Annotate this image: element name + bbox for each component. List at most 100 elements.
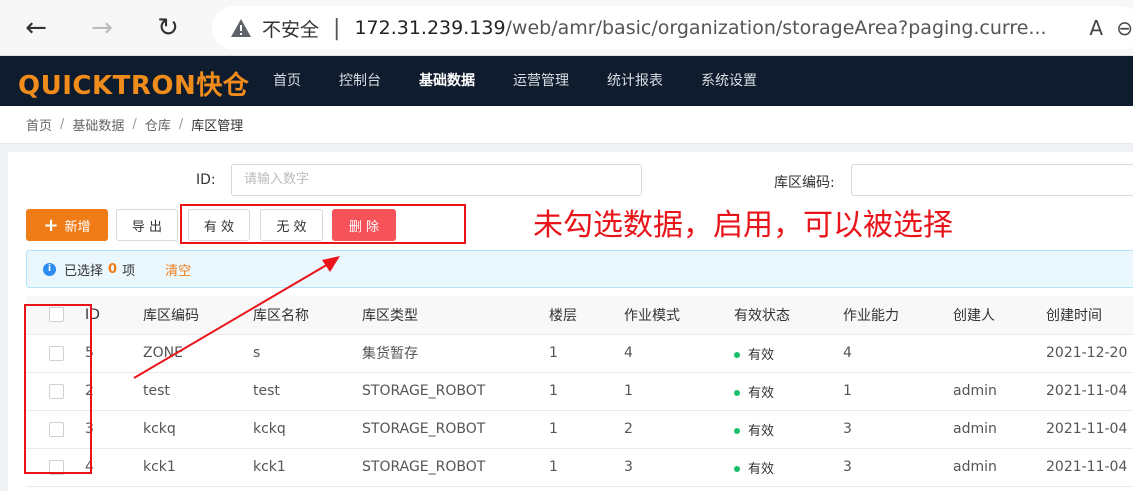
column-header[interactable]: 库区编码 [142, 296, 252, 335]
cell-status: 有效 [733, 448, 842, 487]
table-row: 4 kck1 kck1 STORAGE_ROBOT 1 3 有效 3 admin… [26, 448, 1133, 487]
storage-area-table: ID 库区编码 库区名称 库区类型 楼层 作业模式 有效状态 作业能力 创建人 … [26, 296, 1133, 487]
cell-mode: 4 [623, 334, 733, 373]
status-text: 有效 [748, 385, 775, 401]
app-header: QUICKTRON快仓 首页 控制台 基础数据 运营管理 统计报表 系统设置 [0, 56, 1133, 106]
add-button-label: 新增 [64, 219, 91, 235]
cell-mode: 3 [623, 448, 733, 487]
cell-type: STORAGE_ROBOT [361, 410, 548, 449]
export-button[interactable]: 导 出 [116, 209, 178, 241]
breadcrumb-separator: / [132, 117, 137, 132]
cell-capacity: 3 [842, 448, 952, 487]
column-header[interactable]: 库区类型 [361, 296, 548, 335]
column-header[interactable]: 作业能力 [842, 296, 952, 335]
main-menu: 首页 控制台 基础数据 运营管理 统计报表 系统设置 [254, 56, 776, 106]
menu-item-console[interactable]: 控制台 [320, 56, 400, 106]
url-separator: | [333, 15, 341, 41]
cell-created: 2021-11-04 [1045, 372, 1133, 411]
cell-status: 有效 [733, 410, 842, 449]
cell-name: kck1 [252, 448, 361, 487]
cell-floor: 1 [548, 448, 623, 487]
cell-capacity: 4 [842, 334, 952, 373]
cell-creator: admin [952, 410, 1045, 449]
column-header[interactable]: 创建时间 [1045, 296, 1133, 335]
table-header-row: ID 库区编码 库区名称 库区类型 楼层 作业模式 有效状态 作业能力 创建人 … [26, 296, 1133, 335]
url-host: 172.31.239.139 [354, 17, 506, 39]
url-path: /web/amr/basic/organization/storageArea?… [505, 17, 1047, 39]
cell-created: 2021-11-04 [1045, 448, 1133, 487]
cell-name: test [252, 372, 361, 411]
add-button[interactable]: + 新增 [26, 209, 108, 241]
annotation-text: 未勾选数据，启用，可以被选择 [533, 208, 953, 243]
cell-status: 有效 [733, 372, 842, 411]
cell-code: kckq [142, 410, 252, 449]
status-text: 有效 [748, 423, 775, 439]
cell-floor: 1 [548, 410, 623, 449]
cell-type: STORAGE_ROBOT [361, 372, 548, 411]
id-filter-input[interactable]: 请输入数字 [231, 164, 642, 196]
menu-item-home[interactable]: 首页 [254, 56, 320, 106]
selection-count: 0 [108, 261, 118, 277]
read-aloud-icon[interactable]: A [1089, 16, 1103, 40]
menu-item-basic-data[interactable]: 基础数据 [400, 56, 494, 106]
cell-id: 4 [84, 448, 142, 487]
annotation-box-buttons [180, 204, 466, 244]
breadcrumb-warehouse[interactable]: 仓库 [145, 115, 171, 134]
plus-icon: + [43, 214, 59, 236]
selection-alert: i 已选择 0 项 清空 [26, 250, 1133, 288]
cell-creator [952, 334, 1045, 373]
cell-created: 2021-11-04 [1045, 410, 1133, 449]
cell-type: 集货暂存 [361, 334, 548, 373]
cell-id: 2 [84, 372, 142, 411]
info-icon: i [43, 262, 56, 276]
column-header[interactable]: 库区名称 [252, 296, 361, 335]
cell-floor: 1 [548, 372, 623, 411]
table-row: 5 ZONE s 集货暂存 1 4 有效 4 2021-12-20 [26, 334, 1133, 373]
cell-code: kck1 [142, 448, 252, 487]
status-text: 有效 [748, 461, 775, 477]
cell-capacity: 3 [842, 410, 952, 449]
table-row: 3 kckq kckq STORAGE_ROBOT 1 2 有效 3 admin… [26, 410, 1133, 449]
cell-name: kckq [252, 410, 361, 449]
column-header[interactable]: 创建人 [952, 296, 1045, 335]
menu-item-settings[interactable]: 系统设置 [682, 56, 776, 106]
clear-selection-link[interactable]: 清空 [165, 260, 191, 279]
url-text: 172.31.239.139/web/amr/basic/organizatio… [354, 17, 1046, 39]
table-row: 2 test test STORAGE_ROBOT 1 1 有效 1 admin… [26, 372, 1133, 411]
forward-arrow-icon[interactable]: → [84, 10, 120, 46]
cell-capacity: 1 [842, 372, 952, 411]
cell-type: STORAGE_ROBOT [361, 448, 548, 487]
menu-item-operations[interactable]: 运营管理 [494, 56, 588, 106]
cell-name: s [252, 334, 361, 373]
status-dot [734, 351, 740, 358]
breadcrumb-home[interactable]: 首页 [26, 115, 52, 134]
code-filter-label: 库区编码: [774, 175, 835, 191]
address-bar[interactable]: 不安全 | 172.31.239.139/web/amr/basic/organ… [212, 6, 1133, 50]
reload-icon[interactable]: ↻ [150, 10, 186, 46]
breadcrumb-separator: / [60, 117, 65, 132]
cell-mode: 1 [623, 372, 733, 411]
selection-suffix: 项 [122, 263, 136, 279]
more-icon[interactable]: ⊖ [1116, 16, 1133, 40]
code-filter-input[interactable] [851, 164, 1133, 196]
column-header[interactable]: 楼层 [548, 296, 623, 335]
selection-prefix: 已选择 [64, 263, 104, 279]
cell-creator: admin [952, 372, 1045, 411]
column-header[interactable]: 有效状态 [733, 296, 842, 335]
breadcrumb: 首页 / 基础数据 / 仓库 / 库区管理 [0, 106, 1133, 144]
back-arrow-icon[interactable]: ← [18, 10, 54, 46]
annotation-box-checkboxes [24, 304, 92, 474]
breadcrumb-separator: / [178, 117, 184, 132]
cell-id: 5 [84, 334, 142, 373]
status-dot [734, 427, 740, 434]
cell-code: test [142, 372, 252, 411]
cell-id: 3 [84, 410, 142, 449]
browser-toolbar: ← → ↻ 不安全 | 172.31.239.139/web/amr/basic… [0, 0, 1133, 56]
column-header[interactable]: 作业模式 [623, 296, 733, 335]
breadcrumb-basic-data[interactable]: 基础数据 [72, 115, 124, 134]
menu-item-reports[interactable]: 统计报表 [588, 56, 682, 106]
quicktron-logo[interactable]: QUICKTRON快仓 [18, 65, 249, 102]
cell-code: ZONE [142, 334, 252, 373]
status-text: 有效 [748, 347, 775, 363]
column-header[interactable]: ID [84, 296, 142, 335]
